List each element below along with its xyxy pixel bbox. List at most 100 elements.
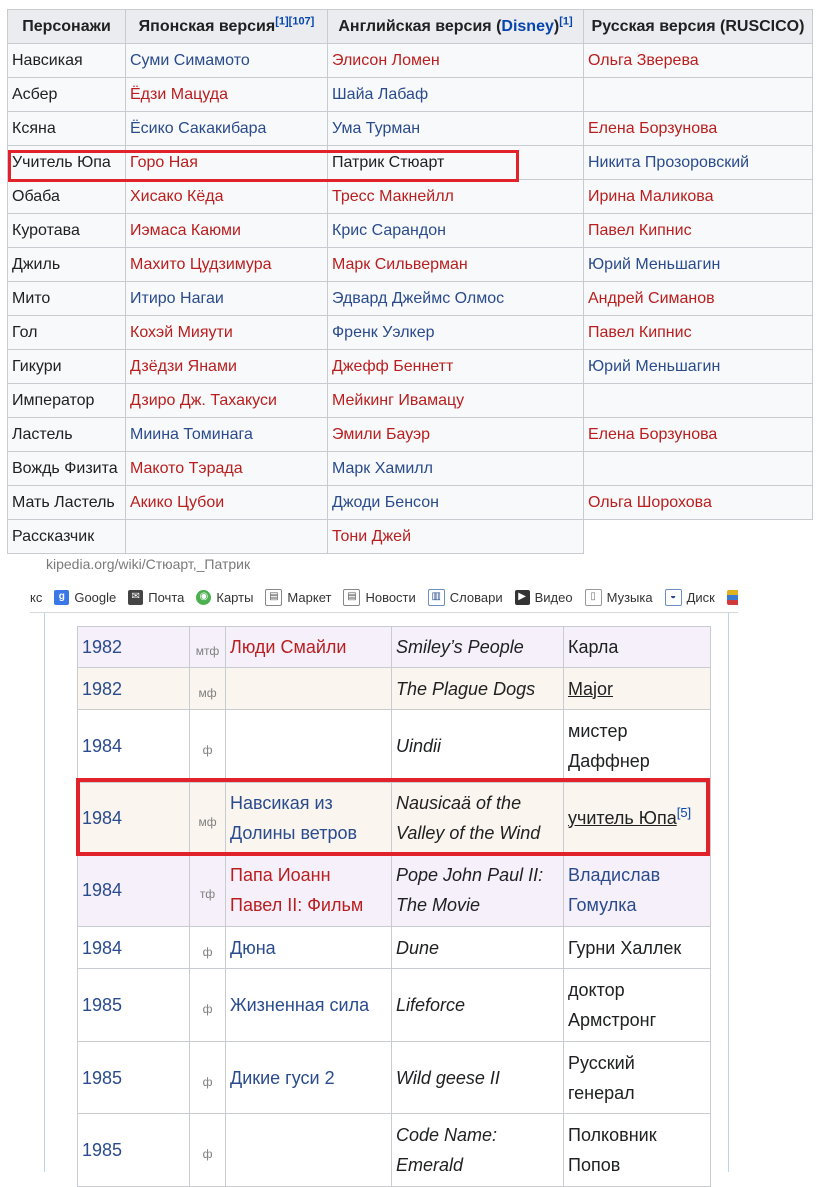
film-year-link[interactable]: 1982 [77,667,190,710]
film-role[interactable]: Major [563,667,711,710]
film-ru-title-link[interactable]: Навсикая из Долины ветров [225,782,392,853]
film-kind: тф [189,852,226,927]
cast-cell-ru[interactable]: Никита Прозоровский [583,145,813,180]
cast-cell-ru[interactable]: Ирина Маликова [583,179,813,214]
film-role-ref[interactable]: [5] [677,805,691,820]
cast-cell-en[interactable]: Тони Джей [327,519,584,554]
cast-cell-ru[interactable]: Юрий Меньшагин [583,247,813,282]
bookmark-maps[interactable]: ◉ Карты [196,589,253,605]
cast-cell-character: Куротава [7,213,126,248]
film-year-link[interactable]: 1984 [77,926,190,969]
cast-cell-en[interactable]: Элисон Ломен [327,43,584,78]
filmography-screenshot: kipedia.org/wiki/Стюарт,_Патрик кс g Goo… [0,558,838,1187]
header-japanese-refs[interactable]: [1][107] [275,15,314,27]
cast-cell-en[interactable]: Марк Сильверман [327,247,584,282]
bookmark-item[interactable]: кс [30,590,42,605]
cast-cell-jp[interactable]: Итиро Нагаи [125,281,328,316]
cast-cell-jp[interactable]: Дзёдзи Янами [125,349,328,384]
cast-cell-jp[interactable]: Дзиро Дж. Тахакуси [125,383,328,418]
cast-cell-ru[interactable]: Елена Борзунова [583,111,813,146]
bookmark-mail[interactable]: ✉ Почта [128,589,184,605]
film-year-link[interactable]: 1984 [77,852,190,927]
cast-cell-jp[interactable]: Акико Цубои [125,485,328,520]
cast-cell-en[interactable]: Джефф Беннетт [327,349,584,384]
bookmark-video[interactable]: ▶ Видео [514,589,573,605]
bookmark-market[interactable]: ▤ Маркет [265,588,331,606]
cast-cell-jp[interactable]: Ёдзи Мацуда [125,77,328,112]
cast-row: Император Дзиро Дж. Тахакуси Мейкинг Ивама… [7,383,813,418]
film-role[interactable]: Владислав Гомулка [563,852,711,927]
header-characters[interactable]: Персонажи [7,9,126,44]
cast-cell-ru[interactable]: Ольга Зверева [583,43,813,78]
film-role: Полковник Попов [563,1113,711,1187]
bookmark-flag[interactable]: N [726,589,738,605]
film-ru-title-empty [225,1113,392,1187]
cast-cell-ru[interactable]: Ольга Шорохова [583,485,813,520]
cast-cell-jp[interactable]: Ёсико Сакакибара [125,111,328,146]
cast-cell-en[interactable]: Марк Хамилл [327,451,584,486]
film-role-label: Карла [568,637,619,657]
cast-row: Гикури Дзёдзи Янами Джефф Беннетт Юрий Мень… [7,349,813,384]
cast-cell-empty [583,77,813,112]
film-en-title: Dune [391,926,564,969]
cast-cell-en[interactable]: Френк Уэлкер [327,315,584,350]
film-ru-title-link[interactable]: Папа Иоанн Павел II: Фильм [225,852,392,927]
cast-cell-ru[interactable]: Павел Кипнис [583,315,813,350]
film-ru-title-link[interactable]: Дикие гуси 2 [225,1041,392,1114]
film-ru-title-link[interactable]: Жизненная сила [225,968,392,1042]
cast-row: Джиль Махито Цудзимура Марк Сильверман Юрий… [7,247,813,282]
video-icon: ▶ [514,589,530,605]
film-kind: ф [189,1113,226,1187]
header-japanese[interactable]: Японская версия[1][107] [125,9,328,44]
cast-cell-en[interactable]: Эдвард Джеймс Олмос [327,281,584,316]
header-english[interactable]: Английская версия (Disney)[1] [327,9,584,44]
film-role: Русский генерал [563,1041,711,1114]
cast-cell-en[interactable]: Ума Турман [327,111,584,146]
cast-cell-en[interactable]: Мейкинг Ивамацу [327,383,584,418]
cast-cell-jp[interactable]: Миина Томинага [125,417,328,452]
film-role[interactable]: учитель Юпа[5] [563,782,711,853]
cast-cell-en[interactable]: Тресс Макнейлл [327,179,584,214]
film-year-link[interactable]: 1985 [77,1041,190,1114]
cast-cell-ru[interactable]: Елена Борзунова [583,417,813,452]
cast-cell-ru[interactable]: Юрий Меньшагин [583,349,813,384]
header-english-ref[interactable]: [1] [559,15,572,27]
bookmark-label: Словари [449,589,503,605]
header-russian[interactable]: Русская версия (RUSCICO) [583,9,813,44]
film-ru-title-link[interactable]: Люди Смайли [225,626,392,668]
disk-icon: ◒ [664,588,682,606]
cast-cell-jp[interactable]: Суми Симамото [125,43,328,78]
cast-cell-en[interactable]: Крис Сарандон [327,213,584,248]
film-row: 1984 тф Папа Иоанн Павел II: Фильм Pope Joh… [77,852,711,927]
film-year-link[interactable]: 1982 [77,626,190,668]
film-role: Карла [563,626,711,668]
bookmark-disk[interactable]: ◒ Диск [664,588,715,606]
bookmark-news[interactable]: ▤ Новости [343,588,416,606]
disney-link[interactable]: Disney [501,18,553,35]
cast-cell-jp[interactable]: Макото Тэрада [125,451,328,486]
cast-row: Учитель Юпа Горо Ная Патрик Стюарт Никита П… [7,145,813,180]
cast-row: Куротава Иэмаса Каюми Крис Сарандон Павел К… [7,213,813,248]
cast-cell-en[interactable]: Эмили Бауэр [327,417,584,452]
film-year-link[interactable]: 1984 [77,782,190,853]
cast-cell-jp[interactable]: Иэмаса Каюми [125,213,328,248]
cast-cell-ru[interactable]: Андрей Симанов [583,281,813,316]
bookmark-music[interactable]: ▯ Музыка [584,588,653,606]
cast-cell-ru[interactable]: Павел Кипнис [583,213,813,248]
film-year-link[interactable]: 1984 [77,709,190,783]
header-english-pre: Английская версия ( [338,17,502,35]
film-kind: мф [189,667,226,710]
cast-cell-jp[interactable]: Махито Цудзимура [125,247,328,282]
film-year-link[interactable]: 1985 [77,1113,190,1187]
film-ru-title-link[interactable]: Дюна [225,926,392,969]
film-role-label: Русский генерал [568,1052,635,1103]
cast-cell-jp[interactable]: Кохэй Мияути [125,315,328,350]
cast-cell-en[interactable]: Джоди Бенсон [327,485,584,520]
cast-cell-jp[interactable]: Хисако Кёда [125,179,328,214]
film-year-link[interactable]: 1985 [77,968,190,1042]
maps-icon: ◉ [196,589,212,605]
cast-cell-jp[interactable]: Горо Ная [125,145,328,180]
cast-cell-en[interactable]: Шайа Лабаф [327,77,584,112]
bookmark-dictionary[interactable]: ▥ Словари [427,588,503,606]
bookmark-google[interactable]: g Google [54,589,116,605]
